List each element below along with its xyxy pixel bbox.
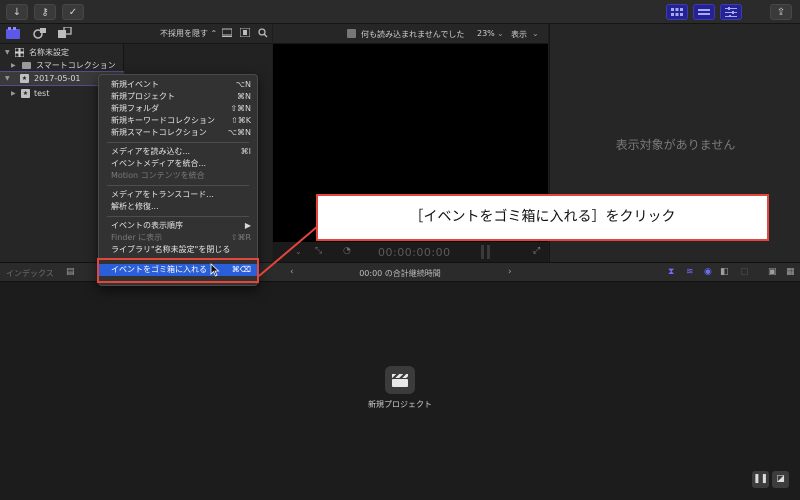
- timeline-icon: [698, 9, 710, 15]
- disclosure-open-icon[interactable]: ▼: [5, 72, 10, 85]
- menu-item-event-sort-order[interactable]: イベントの表示順序 ▶: [99, 220, 257, 232]
- library-name: 名称未設定: [29, 48, 69, 57]
- disclosure-closed-icon[interactable]: ▶: [11, 87, 16, 100]
- filmstrip-icon[interactable]: [239, 27, 251, 40]
- menu-item-analyze-fix[interactable]: 解析と修復...: [99, 201, 257, 213]
- search-icon[interactable]: [258, 28, 268, 41]
- submenu-arrow-icon: ▶: [244, 221, 251, 230]
- smart-collection-label: スマートコレクション: [36, 61, 116, 70]
- display-menu[interactable]: 表示: [511, 29, 527, 40]
- menu-separator: [107, 185, 249, 186]
- menu-item-close-library[interactable]: ライブラリ"名称未設定"を閉じる: [99, 244, 257, 256]
- new-project-label: 新規プロジェクト: [368, 400, 432, 409]
- speed-icon[interactable]: ◔: [343, 246, 351, 256]
- menu-item-transcode-media[interactable]: メディアをトランスコード...: [99, 189, 257, 201]
- effects-icon[interactable]: ▦: [786, 267, 795, 277]
- grid-icon: [671, 8, 683, 16]
- browser-header: 不採用を隠す ⌃: [0, 24, 272, 44]
- disabled-icon: ▢: [740, 267, 749, 277]
- viewer-header: 何も読み込まれませんでした 23% ⌄ 表示 ⌄: [273, 24, 548, 44]
- key-icon: ⚷: [41, 6, 49, 18]
- menu-item-reveal-in-finder: Finder に表示 ⇧⌘R: [111, 233, 251, 242]
- mouse-cursor-icon: [210, 263, 220, 277]
- menu-item-new-project[interactable]: 新規プロジェクト ⌘N: [99, 91, 257, 103]
- browser-toggle-button[interactable]: [666, 4, 688, 20]
- background-tasks-button[interactable]: ✓: [62, 4, 84, 20]
- smart-collection-row[interactable]: ▶ スマートコレクション: [0, 59, 124, 72]
- event-label: 2017-05-01: [34, 74, 81, 83]
- audio-meter-right: [487, 245, 490, 259]
- grid-icon: [15, 48, 24, 57]
- titles-generators-icon[interactable]: [58, 26, 72, 41]
- menu-item-import-media[interactable]: メディアを読み込む... ⌘I: [99, 146, 257, 158]
- disclosure-open-icon[interactable]: ▼: [5, 46, 10, 59]
- clip-icon: [347, 29, 356, 38]
- clip-appearance-icon[interactable]: [221, 28, 233, 40]
- share-button[interactable]: ⇪: [770, 4, 792, 20]
- keyword-button[interactable]: ⚷: [34, 4, 56, 20]
- video-audio-icon[interactable]: ⧗: [668, 267, 674, 277]
- clip-appearance-icon[interactable]: ▣: [768, 267, 777, 277]
- main-toolbar: ↓ ⚷ ✓ ⇪: [0, 0, 800, 24]
- clapperboard-icon: [392, 373, 408, 387]
- hide-rejected-filter[interactable]: 不採用を隠す ⌃: [160, 28, 217, 39]
- menu-item-new-folder[interactable]: 新規フォルダ ⇧⌘N: [99, 103, 257, 115]
- audio-meter-left: [481, 245, 484, 259]
- check-icon: ✓: [68, 6, 78, 18]
- menu-item-new-event[interactable]: 新規イベント ⌥N: [99, 79, 257, 91]
- new-project-button[interactable]: [385, 366, 415, 394]
- zoom-chevron-icon[interactable]: ⌄: [497, 29, 504, 38]
- transform-icon[interactable]: ⌄: [295, 247, 302, 256]
- fullscreen-icon[interactable]: ⤢: [533, 246, 540, 256]
- solo-icon[interactable]: ◉: [704, 267, 712, 277]
- import-icon: ↓: [12, 6, 22, 18]
- annotation-highlight-frame: [97, 258, 259, 283]
- menu-item-new-keyword-collection[interactable]: 新規キーワードコレクション ⇧⌘K: [99, 115, 257, 127]
- annotation-callout: ［イベントをゴミ箱に入れる］をクリック: [316, 194, 769, 241]
- library-row[interactable]: ▼ 名称未設定: [0, 46, 124, 59]
- audio-wave-icon[interactable]: ≋: [686, 267, 694, 277]
- folder-icon: [22, 62, 31, 69]
- photos-audio-icon[interactable]: [33, 27, 47, 41]
- menu-item-consolidate-motion: Motion コンテンツを統合: [111, 171, 205, 180]
- callout-text: ［イベントをゴミ箱に入れる］をクリック: [409, 209, 676, 225]
- menu-item-new-smart-collection[interactable]: 新規スマートコレクション ⌥⌘N: [99, 127, 257, 139]
- star-icon: ★: [21, 89, 30, 98]
- disclosure-closed-icon[interactable]: ▶: [11, 59, 16, 72]
- forward-arrow-icon[interactable]: ›: [508, 267, 512, 277]
- snapping-icon[interactable]: ◧: [720, 267, 729, 277]
- person-icon[interactable]: ◪: [772, 471, 789, 488]
- context-menu: 新規イベント ⌥N 新規プロジェクト ⌘N 新規フォルダ ⇧⌘N 新規キーワードコレク…: [98, 74, 258, 286]
- zoom-menu[interactable]: 23%: [477, 29, 495, 38]
- crop-icon[interactable]: ⤡: [315, 246, 322, 256]
- menu-item-consolidate-media[interactable]: イベントメディアを統合...: [99, 158, 257, 170]
- menu-separator: [107, 142, 249, 143]
- inspector-toggle-button[interactable]: [720, 4, 742, 20]
- star-icon: ★: [20, 74, 29, 83]
- inspector-empty-message: 表示対象がありません: [615, 138, 736, 152]
- menu-separator: [107, 216, 249, 217]
- pause-icon[interactable]: ❚❚: [752, 471, 769, 488]
- display-chevron-icon[interactable]: ⌄: [532, 29, 539, 38]
- timeline-toggle-button[interactable]: [693, 4, 715, 20]
- libraries-icon[interactable]: [6, 27, 20, 41]
- import-button[interactable]: ↓: [6, 4, 28, 20]
- timecode-display: 00:00:00:00: [378, 246, 451, 259]
- share-icon: ⇪: [776, 6, 786, 18]
- viewer-status: 何も読み込まれませんでした: [361, 30, 465, 39]
- sliders-icon: [725, 7, 737, 17]
- event-label: test: [34, 89, 50, 98]
